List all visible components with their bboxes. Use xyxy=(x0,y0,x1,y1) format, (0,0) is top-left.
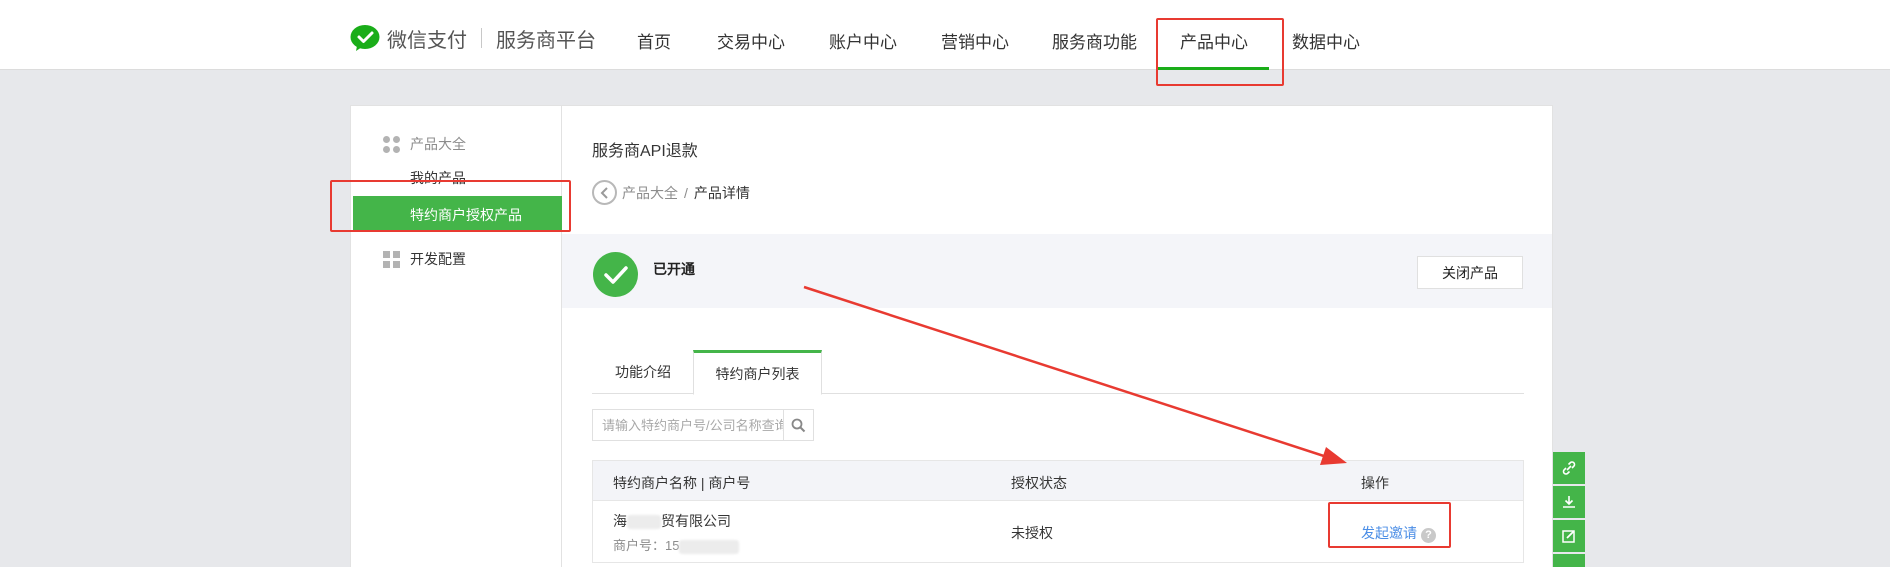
annotation-arrow xyxy=(803,285,1347,465)
